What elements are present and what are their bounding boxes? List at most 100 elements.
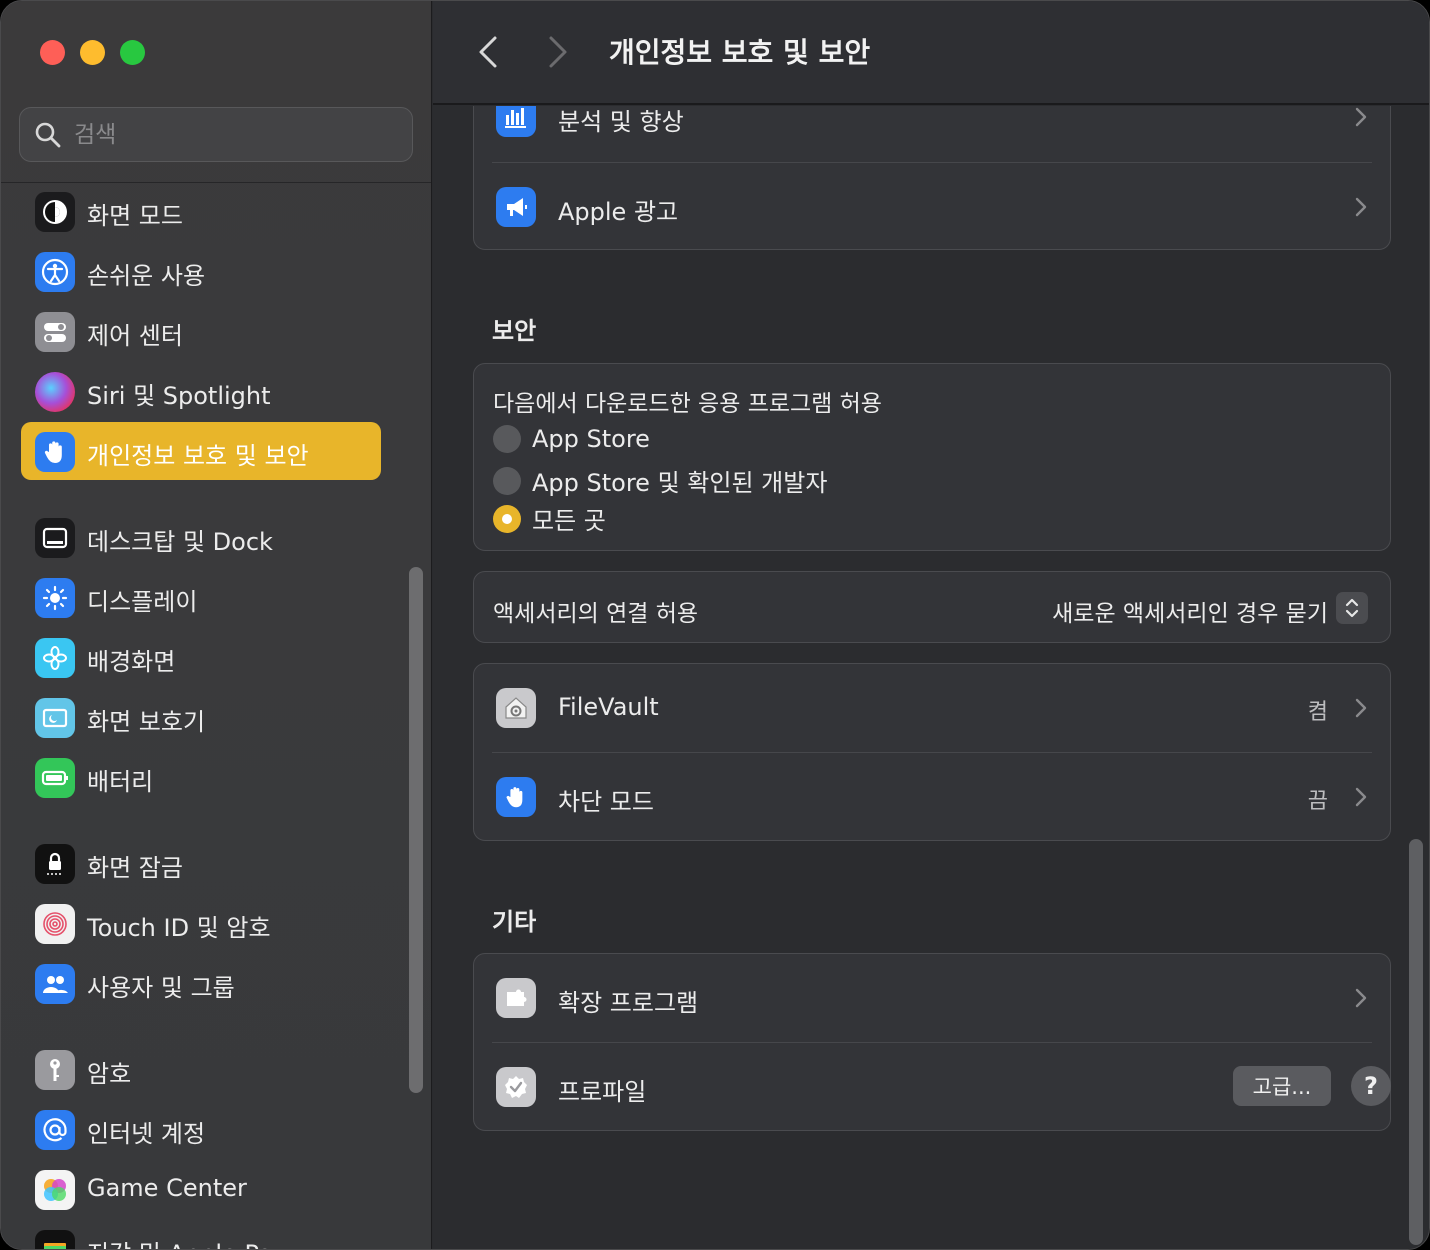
analytics-ads-group: 분석 및 향상 Apple 광고: [473, 106, 1391, 250]
up-down-chevron-icon: [1345, 598, 1359, 618]
radio-button-selected[interactable]: [493, 504, 521, 533]
page-title: 개인정보 보호 및 보안: [609, 36, 871, 69]
sidebar-scrollbar[interactable]: [409, 567, 423, 1093]
help-button[interactable]: ?: [1351, 1066, 1391, 1106]
lock-screen-icon: [35, 844, 75, 884]
sidebar-item-passwords[interactable]: 암호: [21, 1040, 381, 1098]
screensaver-icon: [35, 698, 75, 738]
apple-ads-row[interactable]: Apple 광고: [474, 163, 1390, 252]
sidebar-item-appearance[interactable]: 화면 모드: [21, 182, 381, 240]
radio-button[interactable]: [493, 425, 521, 453]
sidebar-item-label: 배경화면: [87, 648, 176, 676]
extensions-label: 확장 프로그램: [558, 989, 699, 1017]
radio-anywhere[interactable]: 모든 곳: [493, 501, 606, 536]
sidebar-item-lock-screen[interactable]: 화면 잠금: [21, 834, 381, 892]
game-center-icon: [35, 1170, 75, 1210]
accessory-popup-value[interactable]: 새로운 액세서리인 경우 묻기: [1052, 594, 1328, 628]
filevault-row[interactable]: FileVault 켬: [474, 664, 1390, 753]
sidebar-item-internet-accounts[interactable]: 인터넷 계정: [21, 1100, 381, 1158]
lockdown-hand-icon: [496, 777, 536, 817]
sidebar-item-siri-spotlight[interactable]: Siri 및 Spotlight: [21, 362, 381, 420]
downloads-title: 다음에서 다운로드한 응용 프로그램 허용: [493, 391, 882, 417]
sidebar-item-label: 암호: [87, 1060, 132, 1088]
sidebar-item-label: 사용자 및 그룹: [87, 974, 235, 1002]
extension-icon: [496, 978, 536, 1018]
lockdown-mode-status: 끔: [1307, 789, 1328, 814]
sidebar-item-game-center[interactable]: Game Center: [21, 1160, 381, 1218]
zoom-window-button[interactable]: [120, 40, 145, 65]
wallet-icon: [35, 1230, 75, 1249]
sidebar-item-label: 지갑 및 Apple Pay: [87, 1234, 287, 1249]
control-center-icon: [35, 312, 75, 352]
at-icon: [35, 1110, 75, 1150]
megaphone-icon: [496, 187, 536, 227]
privacy-hand-icon: [35, 432, 75, 472]
profiles-label: 프로파일: [558, 1078, 647, 1106]
minimize-window-button[interactable]: [80, 40, 105, 65]
sidebar-item-label: Game Center: [87, 1174, 247, 1202]
accessory-label: 액세서리의 연결 허용: [493, 601, 699, 627]
filevault-lockdown-group: FileVault 켬 차단 모드 끔: [473, 663, 1391, 841]
settings-window: 화면 모드 손쉬운 사용 제어 센터 Siri 및 Spotlight 개인정보…: [0, 0, 1430, 1250]
toolbar: 개인정보 보호 및 보안: [433, 1, 1429, 105]
apple-ads-label: Apple 광고: [558, 198, 679, 226]
analytics-label: 분석 및 향상: [558, 108, 684, 136]
radio-label: 모든 곳: [532, 507, 606, 535]
filevault-status: 켬: [1307, 700, 1328, 725]
sidebar-item-label: 디스플레이: [87, 588, 198, 616]
sidebar-item-label: 화면 모드: [87, 202, 183, 230]
sidebar-item-label: 데스크탑 및 Dock: [87, 528, 273, 556]
radio-label: App Store: [532, 425, 650, 453]
sidebar-item-touch-id[interactable]: Touch ID 및 암호: [21, 894, 381, 952]
close-window-button[interactable]: [40, 40, 65, 65]
display-icon: [35, 578, 75, 618]
sidebar-item-label: 화면 잠금: [87, 854, 183, 882]
sidebar-item-wallet-apple-pay[interactable]: 지갑 및 Apple Pay: [21, 1220, 381, 1249]
sidebar-item-label: Touch ID 및 암호: [87, 914, 271, 942]
filevault-icon: [496, 688, 536, 728]
sidebar-item-wallpaper[interactable]: 배경화면: [21, 628, 381, 686]
forward-chevron-icon[interactable]: [543, 33, 573, 71]
lockdown-mode-label: 차단 모드: [558, 788, 654, 816]
lockdown-mode-row[interactable]: 차단 모드 끔: [474, 753, 1390, 842]
users-icon: [35, 964, 75, 1004]
search-icon: [35, 122, 61, 148]
sidebar-item-label: 제어 센터: [87, 322, 183, 350]
siri-icon: [35, 372, 75, 412]
sidebar-item-desktop-dock[interactable]: 데스크탑 및 Dock: [21, 508, 381, 566]
content-scrollbar[interactable]: [1409, 839, 1423, 1245]
battery-icon: [35, 758, 75, 798]
sidebar-item-users-groups[interactable]: 사용자 및 그룹: [21, 954, 381, 1012]
chevron-right-icon: [1355, 197, 1367, 217]
sidebar-item-privacy-security[interactable]: 개인정보 보호 및 보안: [21, 422, 381, 480]
back-chevron-icon[interactable]: [473, 33, 503, 71]
chevron-right-icon: [1355, 787, 1367, 807]
radio-button[interactable]: [493, 466, 521, 495]
sidebar-item-screensaver[interactable]: 화면 보호기: [21, 688, 381, 746]
sidebar-item-battery[interactable]: 배터리: [21, 748, 381, 806]
appearance-icon: [35, 192, 75, 232]
fingerprint-icon: [35, 904, 75, 944]
chevron-right-icon: [1355, 107, 1367, 127]
search-input[interactable]: [74, 108, 404, 161]
search-field[interactable]: [19, 107, 413, 162]
key-icon: [35, 1050, 75, 1090]
sidebar-item-label: 화면 보호기: [87, 708, 206, 736]
radio-app-store-identified[interactable]: App Store 및 확인된 개발자: [493, 463, 827, 498]
sidebar-item-accessibility[interactable]: 손쉬운 사용: [21, 242, 381, 300]
accessory-popup-button[interactable]: [1336, 592, 1368, 624]
sidebar-item-label: 배터리: [87, 768, 154, 796]
chevron-right-icon: [1355, 698, 1367, 718]
profile-check-icon: [496, 1067, 536, 1107]
sidebar-item-display[interactable]: 디스플레이: [21, 568, 381, 626]
advanced-button[interactable]: 고급...: [1233, 1066, 1331, 1106]
radio-label: App Store 및 확인된 개발자: [532, 469, 828, 497]
chevron-right-icon: [1355, 988, 1367, 1008]
accessibility-icon: [35, 252, 75, 292]
extensions-row[interactable]: 확장 프로그램: [474, 954, 1390, 1043]
radio-app-store[interactable]: App Store: [493, 425, 650, 453]
sidebar-item-control-center[interactable]: 제어 센터: [21, 302, 381, 360]
analytics-row[interactable]: 분석 및 향상: [474, 106, 1390, 162]
wallpaper-icon: [35, 638, 75, 678]
other-section-title: 기타: [492, 908, 537, 936]
